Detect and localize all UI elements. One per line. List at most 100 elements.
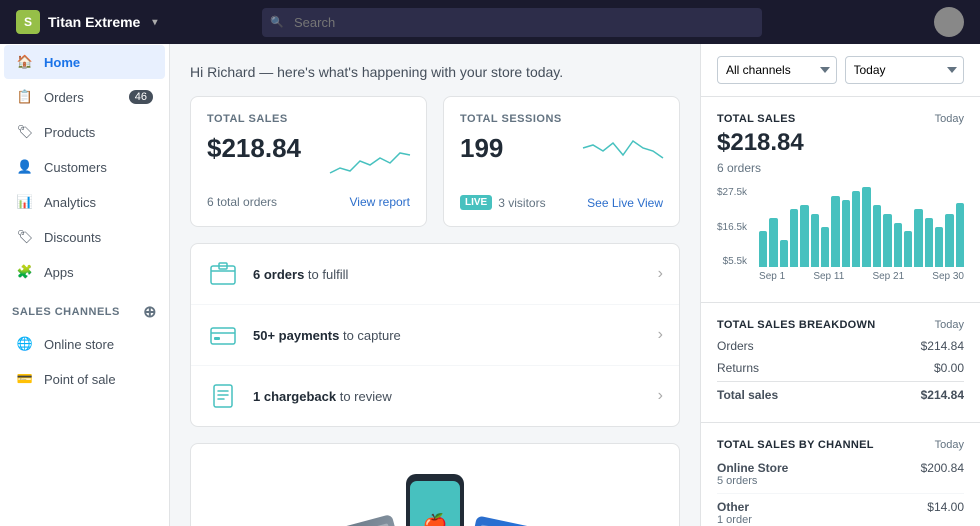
- channel-orders: 1 order: [717, 514, 964, 526]
- chart-bar: [883, 214, 891, 267]
- channel-value: $200.84: [921, 461, 964, 475]
- chart-bar: [769, 218, 777, 267]
- chart-y-label-top: $27.5k: [717, 187, 747, 198]
- right-sales-header: TOTAL SALES Today: [717, 113, 964, 125]
- breakdown-title: TOTAL SALES BREAKDOWN: [717, 319, 875, 331]
- brand-area[interactable]: S Titan Extreme ▾: [16, 10, 176, 34]
- channel-item: Other $14.001 order: [717, 494, 964, 526]
- action-chargeback-text: 1 chargeback to review: [253, 389, 658, 404]
- point-of-sale-icon: 💳: [16, 370, 34, 388]
- breakdown-header: TOTAL SALES BREAKDOWN Today: [717, 319, 964, 331]
- sidebar-item-label: Discounts: [44, 230, 101, 245]
- total-sales-sparkline: [330, 133, 410, 183]
- main-content: Hi Richard — here's what's happening wit…: [170, 44, 700, 526]
- chart-y-label-bottom: $5.5k: [717, 256, 747, 267]
- total-sales-footer: 6 total orders View report: [207, 195, 410, 209]
- action-chargeback-desc: to review: [336, 389, 392, 404]
- breakdown-value: $214.84: [921, 339, 964, 353]
- sidebar-item-label: Analytics: [44, 195, 96, 210]
- channel-title: TOTAL SALES BY CHANNEL: [717, 439, 874, 451]
- right-total-sales-section: TOTAL SALES Today $218.84 6 orders $27.5…: [701, 97, 980, 303]
- sidebar-item-label: Point of sale: [44, 372, 116, 387]
- channel-filter-select[interactable]: All channels Online Store Other: [717, 56, 837, 84]
- chart-bar: [935, 227, 943, 267]
- sidebar-item-customers[interactable]: 👤 Customers: [4, 150, 165, 184]
- view-report-link[interactable]: View report: [350, 195, 410, 209]
- chart-bar: [800, 205, 808, 267]
- right-panel-filters: All channels Online Store Other Today Ye…: [701, 44, 980, 97]
- action-fulfill-bold: 6 orders: [253, 267, 304, 282]
- apps-icon: 🧩: [16, 263, 34, 281]
- promo-card: 🍎 Switch to Shopify Payments and offer A…: [190, 443, 680, 526]
- chart-bar: [904, 231, 912, 267]
- right-sales-value: $218.84: [717, 129, 964, 157]
- sidebar-item-orders[interactable]: 📋 Orders 46: [4, 80, 165, 114]
- chart-bar: [945, 214, 953, 267]
- sidebar-item-point-of-sale[interactable]: 💳 Point of sale: [4, 362, 165, 396]
- promo-illustration: 🍎: [211, 464, 659, 526]
- sidebar-item-discounts[interactable]: 🏷 Discounts: [4, 220, 165, 254]
- shopify-logo-icon: S: [16, 10, 40, 34]
- breakdown-label: Orders: [717, 339, 754, 353]
- total-sessions-value: 199: [460, 133, 503, 164]
- payments-chevron-icon: ›: [658, 326, 663, 344]
- see-live-view-link[interactable]: See Live View: [587, 196, 663, 210]
- sales-channels-header: SALES CHANNELS ⊕: [0, 290, 169, 326]
- sidebar-nav: 🏠 Home 📋 Orders 46 🏷 Products 👤 Customer…: [0, 44, 169, 526]
- total-sessions-label: TOTAL SESSIONS: [460, 113, 663, 125]
- action-list: 6 orders to fulfill › 50+ payments to ca…: [190, 243, 680, 427]
- sidebar-item-home[interactable]: 🏠 Home: [4, 45, 165, 79]
- chart-bar: [780, 240, 788, 267]
- visitors-count: 3 visitors: [498, 196, 545, 210]
- channel-item: Online Store $200.845 orders: [717, 455, 964, 494]
- channel-name: Other: [717, 500, 749, 514]
- total-sessions-card: TOTAL SESSIONS 199 LIVE 3 visitors See L…: [443, 96, 680, 227]
- breakdown-value: $214.84: [921, 388, 964, 402]
- home-icon: 🏠: [16, 53, 34, 71]
- orders-badge: 46: [129, 90, 153, 104]
- total-sessions-sparkline: [583, 133, 663, 183]
- chart-bars: [759, 187, 964, 267]
- chart-x-labels: Sep 1 Sep 11 Sep 21 Sep 30: [759, 271, 964, 282]
- date-filter-select[interactable]: Today Yesterday Last 7 days: [845, 56, 965, 84]
- breakdown-label: Total sales: [717, 388, 778, 402]
- avatar[interactable]: [934, 7, 964, 37]
- channel-value: $14.00: [927, 500, 964, 514]
- action-payments-bold: 50+ payments: [253, 328, 339, 343]
- stat-cards: TOTAL SALES $218.84 6 total orders View …: [190, 96, 680, 227]
- sidebar-item-apps[interactable]: 🧩 Apps: [4, 255, 165, 289]
- breakdown-date: Today: [935, 319, 964, 331]
- analytics-icon: 📊: [16, 193, 34, 211]
- add-channel-icon[interactable]: ⊕: [143, 302, 157, 322]
- action-item-chargeback[interactable]: 1 chargeback to review ›: [191, 366, 679, 426]
- search-input[interactable]: [262, 8, 762, 37]
- chart-bar: [956, 203, 964, 267]
- action-item-payments[interactable]: 50+ payments to capture ›: [191, 305, 679, 366]
- breakdown-row: Orders $214.84: [717, 335, 964, 357]
- sidebar-item-label: Orders: [44, 90, 84, 105]
- action-payments-text: 50+ payments to capture: [253, 328, 658, 343]
- sidebar-item-products[interactable]: 🏷 Products: [4, 115, 165, 149]
- chargeback-icon: [207, 380, 239, 412]
- total-sales-label: TOTAL SALES: [207, 113, 410, 125]
- chart-area: $27.5k $16.5k $5.5k Sep 1 Sep 11 Sep 21 …: [717, 187, 964, 282]
- payments-icon: [207, 319, 239, 351]
- sidebar-item-label: Online store: [44, 337, 114, 352]
- chart-label-sep30: Sep 30: [932, 271, 964, 282]
- breakdown-row: Total sales $214.84: [717, 381, 964, 406]
- topbar-right: [934, 7, 964, 37]
- sidebar-item-online-store[interactable]: 🌐 Online store: [4, 327, 165, 361]
- brand-name: Titan Extreme: [48, 14, 140, 30]
- action-item-fulfill[interactable]: 6 orders to fulfill ›: [191, 244, 679, 305]
- chart-bar: [914, 209, 922, 267]
- search-area[interactable]: [262, 8, 762, 37]
- sidebar-item-analytics[interactable]: 📊 Analytics: [4, 185, 165, 219]
- chart-y-label-mid: $16.5k: [717, 222, 747, 233]
- greeting-text: Hi Richard — here's what's happening wit…: [190, 64, 680, 80]
- chart-bar: [852, 191, 860, 267]
- channel-name: Online Store: [717, 461, 788, 475]
- chart-label-sep21: Sep 21: [872, 271, 904, 282]
- chart-bar: [831, 196, 839, 267]
- channel-orders: 5 orders: [717, 475, 964, 487]
- chart-bar: [925, 218, 933, 267]
